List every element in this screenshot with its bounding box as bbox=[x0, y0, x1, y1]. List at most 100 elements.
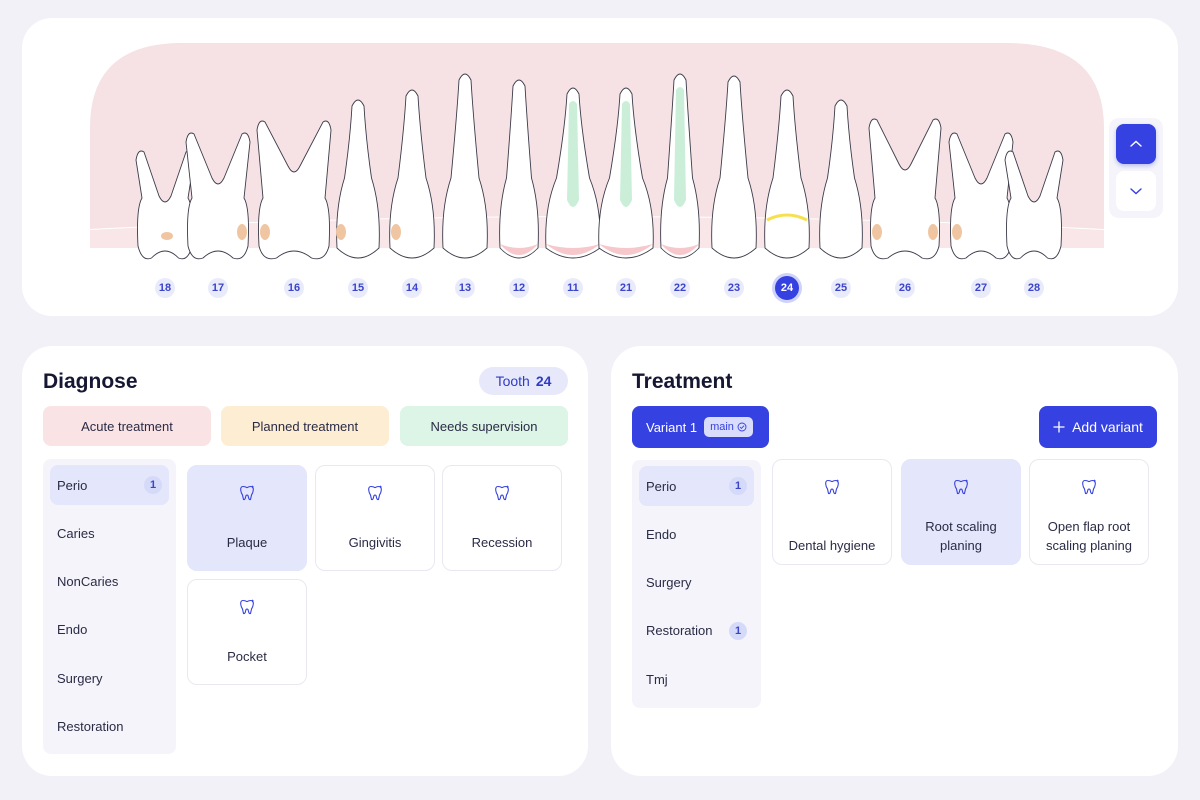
tooth-16-number[interactable]: 16 bbox=[284, 278, 304, 298]
tooth-icon bbox=[952, 478, 970, 496]
variant-label: Variant 1 bbox=[646, 419, 698, 435]
legend-acute-treatment: Acute treatment bbox=[43, 406, 211, 446]
category-label: Perio bbox=[57, 477, 88, 493]
tooth-icon bbox=[238, 484, 256, 502]
tooth-28-number[interactable]: 28 bbox=[1024, 278, 1044, 298]
tooth-16-caries-0 bbox=[260, 224, 270, 240]
category-noncaries[interactable]: NonCaries bbox=[50, 562, 169, 602]
tooth-12-number[interactable]: 12 bbox=[509, 278, 529, 298]
tooth-icon bbox=[823, 478, 841, 496]
category-label: Surgery bbox=[57, 670, 103, 686]
category-surgery[interactable]: Surgery bbox=[50, 658, 169, 698]
dental-chart bbox=[90, 43, 1104, 260]
option-pocket[interactable]: Pocket bbox=[187, 579, 307, 685]
option-recession[interactable]: Recession bbox=[442, 465, 562, 571]
tooth-22-root-canal bbox=[674, 87, 686, 207]
category-label: Restoration bbox=[57, 718, 124, 734]
selected-tooth-badge: Tooth 24 bbox=[479, 367, 568, 395]
tooth-27-number[interactable]: 27 bbox=[971, 278, 991, 298]
legend-planned-treatment: Planned treatment bbox=[221, 406, 389, 446]
chevron-up-icon bbox=[1130, 140, 1142, 147]
jaw-down-button[interactable] bbox=[1116, 171, 1156, 211]
add-variant-button[interactable]: Add variant bbox=[1039, 406, 1157, 448]
chevron-down-icon bbox=[1130, 188, 1142, 195]
diagnose-panel: Diagnose Tooth 24 Acute treatment Planne… bbox=[22, 346, 588, 776]
category-endo[interactable]: Endo bbox=[639, 514, 754, 554]
category-label: Surgery bbox=[646, 575, 692, 591]
tooth-26-caries-0 bbox=[872, 224, 882, 240]
tooth-badge-label: Tooth bbox=[495, 373, 530, 389]
option-label: Pocket bbox=[227, 649, 267, 664]
category-label: Tmj bbox=[646, 671, 668, 687]
tooth-26-number[interactable]: 26 bbox=[895, 278, 915, 298]
category-label: Restoration bbox=[646, 623, 713, 639]
treatment-panel: Treatment Variant 1 main Add variant Per… bbox=[611, 346, 1178, 776]
category-restoration[interactable]: Restoration 1 bbox=[639, 611, 754, 651]
tooth-14-caries-0 bbox=[391, 224, 401, 240]
category-label: Endo bbox=[646, 526, 677, 542]
category-perio[interactable]: Perio 1 bbox=[639, 466, 754, 506]
tooth-24-number[interactable]: 24 bbox=[775, 276, 799, 300]
plus-icon bbox=[1053, 421, 1065, 433]
option-label: Gingivitis bbox=[348, 535, 402, 550]
category-tmj[interactable]: Tmj bbox=[639, 659, 754, 699]
tooth-15-number[interactable]: 15 bbox=[348, 278, 368, 298]
tooth-icon bbox=[366, 484, 384, 502]
category-endo[interactable]: Endo bbox=[50, 610, 169, 650]
diagnose-title: Diagnose bbox=[43, 370, 138, 393]
tooth-icon bbox=[238, 598, 256, 616]
tooth-17-number[interactable]: 17 bbox=[208, 278, 228, 298]
variant-1-button[interactable]: Variant 1 main bbox=[632, 406, 769, 448]
option-label: Open flap root scaling planing bbox=[1045, 519, 1132, 553]
tooth-11-number[interactable]: 11 bbox=[563, 278, 583, 298]
tooth-icon bbox=[493, 484, 511, 502]
tooth-18-number[interactable]: 18 bbox=[155, 278, 175, 298]
legend-needs-supervision: Needs supervision bbox=[400, 406, 568, 446]
category-caries[interactable]: Caries bbox=[50, 513, 169, 553]
tooth-26-caries-1 bbox=[928, 224, 938, 240]
option-dental-hygiene[interactable]: Dental hygiene bbox=[772, 459, 892, 565]
tooth-22-number[interactable]: 22 bbox=[670, 278, 690, 298]
option-plaque[interactable]: Plaque bbox=[187, 465, 307, 571]
tooth-23-number[interactable]: 23 bbox=[724, 278, 744, 298]
option-gingivitis[interactable]: Gingivitis bbox=[315, 465, 435, 571]
main-variant-tag: main bbox=[704, 417, 753, 437]
category-restoration[interactable]: Restoration bbox=[50, 706, 169, 746]
jaw-up-button[interactable] bbox=[1116, 124, 1156, 164]
category-label: Endo bbox=[57, 622, 88, 638]
tooth-27-caries-0 bbox=[952, 224, 962, 240]
treatment-category-list: Perio 1 Endo Surgery Restoration 1 Tmj bbox=[632, 460, 761, 708]
tooth-13-number[interactable]: 13 bbox=[455, 278, 475, 298]
tooth-14-number[interactable]: 14 bbox=[402, 278, 422, 298]
add-variant-label: Add variant bbox=[1072, 419, 1143, 435]
option-root-scaling-planing[interactable]: Root scaling planing bbox=[901, 459, 1021, 565]
tooth-21-root-canal bbox=[620, 101, 632, 207]
tooth-18-caries-0 bbox=[161, 232, 173, 240]
category-count-badge: 1 bbox=[144, 476, 162, 494]
category-label: Caries bbox=[57, 525, 95, 541]
tooth-11-root-canal bbox=[567, 101, 579, 207]
option-label: Dental hygiene bbox=[788, 538, 876, 553]
tooth-25-number[interactable]: 25 bbox=[831, 278, 851, 298]
tooth-15-caries-0 bbox=[336, 224, 346, 240]
category-label: NonCaries bbox=[57, 574, 119, 590]
option-open-flap-root-scaling-planing[interactable]: Open flap root scaling planing bbox=[1029, 459, 1149, 565]
check-circle-icon bbox=[737, 422, 747, 432]
main-tag-label: main bbox=[710, 421, 734, 433]
tooth-17-caries-0 bbox=[237, 224, 247, 240]
option-label: Recession bbox=[471, 535, 533, 550]
tooth-badge-value: 24 bbox=[535, 373, 552, 389]
jaw-navigation bbox=[1109, 118, 1163, 218]
option-label: Plaque bbox=[226, 535, 268, 550]
category-count-badge: 1 bbox=[729, 477, 747, 495]
dental-chart-card: 18 17 16 15 14 13 12 11 21 22 23 24 25 26 27 28 bbox=[22, 18, 1178, 316]
treatment-title: Treatment bbox=[632, 370, 733, 393]
option-label: Root scaling planing bbox=[925, 519, 997, 553]
category-count-badge: 1 bbox=[729, 621, 747, 640]
category-label: Perio bbox=[646, 478, 677, 494]
diagnose-category-list: Perio 1 Caries NonCaries Endo Surgery Restorat… bbox=[43, 459, 176, 754]
category-perio[interactable]: Perio 1 bbox=[50, 465, 169, 505]
tooth-icon bbox=[1080, 478, 1098, 496]
category-surgery[interactable]: Surgery bbox=[639, 563, 754, 603]
tooth-21-number[interactable]: 21 bbox=[616, 278, 636, 298]
